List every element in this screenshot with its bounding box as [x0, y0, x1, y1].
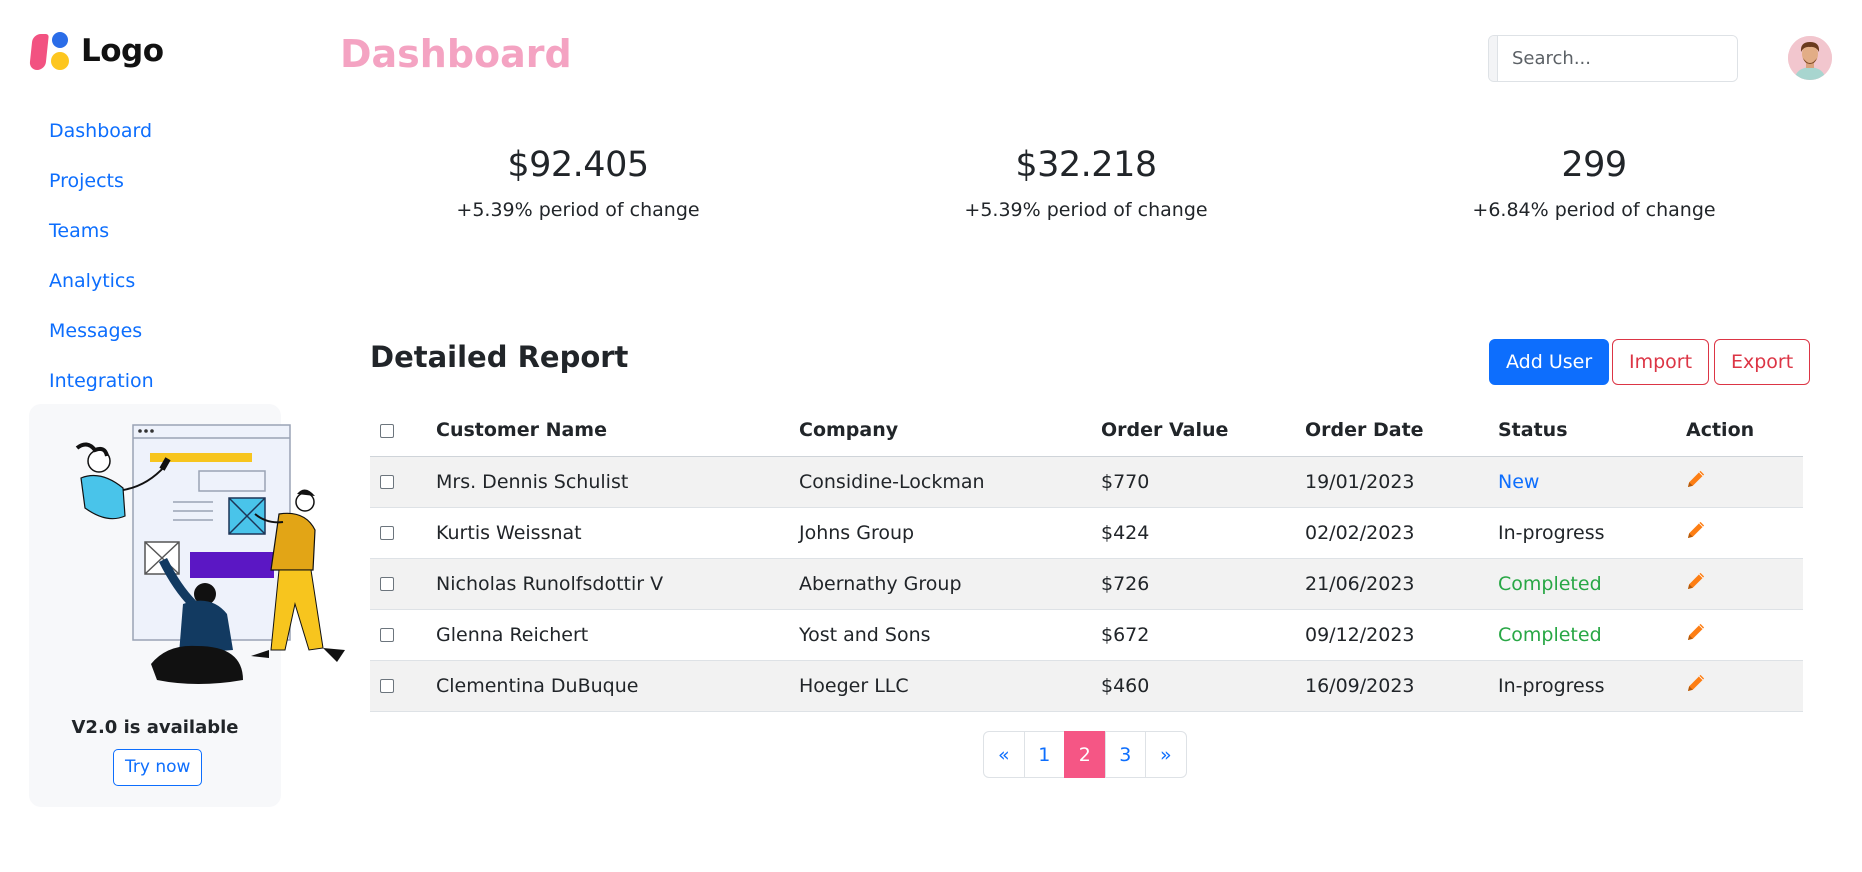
pagination-page-1[interactable]: 1	[1023, 731, 1065, 778]
column-header[interactable]: Order Value	[1101, 405, 1305, 457]
column-header[interactable]: Customer Name	[436, 405, 799, 457]
row-checkbox[interactable]	[380, 577, 394, 591]
export-button[interactable]: Export	[1714, 339, 1811, 385]
status-badge: New	[1498, 456, 1686, 508]
table-header-row: Customer Name Company Order Value Order …	[370, 405, 1803, 457]
upgrade-promo-card: V2.0 is available Try now	[29, 404, 345, 807]
order-value: $672	[1101, 609, 1305, 661]
column-header[interactable]: Order Date	[1305, 405, 1498, 457]
company: Abernathy Group	[799, 558, 1101, 610]
pagination-next[interactable]: »	[1145, 731, 1187, 778]
stat-change: +6.84% period of change	[1472, 199, 1716, 221]
pencil-icon[interactable]	[1686, 469, 1706, 494]
row-checkbox[interactable]	[380, 526, 394, 540]
pencil-icon[interactable]	[1686, 520, 1706, 545]
stat-change: +5.39% period of change	[456, 199, 700, 221]
status-badge: In-progress	[1498, 507, 1686, 559]
order-date: 19/01/2023	[1305, 456, 1498, 508]
table-row: Nicholas Runolfsdottir V Abernathy Group…	[370, 558, 1803, 610]
pagination-page-2[interactable]: 2	[1064, 731, 1106, 778]
logo-text: Logo	[81, 33, 164, 69]
sidebar-item-messages[interactable]: Messages	[49, 306, 154, 356]
stat-card: $32.218 +5.39% period of change	[926, 145, 1246, 221]
sidebar-item-teams[interactable]: Teams	[49, 206, 154, 256]
table-row: Glenna Reichert Yost and Sons $672 09/12…	[370, 609, 1803, 661]
search-box	[1488, 35, 1738, 82]
page-title: Dashboard	[340, 32, 572, 76]
row-checkbox[interactable]	[380, 628, 394, 642]
sidebar-item-dashboard[interactable]: Dashboard	[49, 106, 154, 156]
table-row: Mrs. Dennis Schulist Considine-Lockman $…	[370, 456, 1803, 508]
user-avatar-icon	[1788, 36, 1832, 80]
order-value: $770	[1101, 456, 1305, 508]
stat-value: $32.218	[1015, 145, 1157, 185]
table-row: Clementina DuBuque Hoeger LLC $460 16/09…	[370, 660, 1803, 712]
sidebar-item-integration[interactable]: Integration	[49, 356, 154, 406]
select-all-checkbox[interactable]	[380, 423, 394, 438]
company: Johns Group	[799, 507, 1101, 559]
company: Yost and Sons	[799, 609, 1101, 661]
pencil-icon[interactable]	[1686, 571, 1706, 596]
stat-card: 299 +6.84% period of change	[1434, 145, 1754, 221]
order-date: 09/12/2023	[1305, 609, 1498, 661]
stat-value: 299	[1561, 145, 1627, 185]
row-checkbox[interactable]	[380, 679, 394, 693]
try-now-button[interactable]: Try now	[113, 749, 203, 786]
import-button[interactable]: Import	[1612, 339, 1710, 385]
pagination-prev[interactable]: «	[983, 731, 1025, 778]
search-icon[interactable]	[1489, 36, 1498, 81]
stat-value: $92.405	[507, 145, 649, 185]
sidebar-nav: Dashboard Projects Teams Analytics Messa…	[49, 106, 154, 406]
avatar[interactable]	[1788, 36, 1832, 80]
order-value: $424	[1101, 507, 1305, 559]
table-row: Kurtis Weissnat Johns Group $424 02/02/2…	[370, 507, 1803, 559]
add-user-button[interactable]: Add User	[1489, 339, 1610, 385]
order-date: 16/09/2023	[1305, 660, 1498, 712]
report-table: Customer Name Company Order Value Order …	[370, 405, 1803, 712]
order-date: 21/06/2023	[1305, 558, 1498, 610]
pagination: « 1 2 3 »	[983, 731, 1187, 778]
report-title: Detailed Report	[370, 340, 629, 374]
team-illustration	[75, 424, 345, 684]
order-value: $726	[1101, 558, 1305, 610]
customer-name: Glenna Reichert	[436, 609, 799, 661]
column-header[interactable]: Status	[1498, 405, 1686, 457]
company: Hoeger LLC	[799, 660, 1101, 712]
customer-name: Mrs. Dennis Schulist	[436, 456, 799, 508]
status-badge: Completed	[1498, 609, 1686, 661]
sidebar-item-analytics[interactable]: Analytics	[49, 256, 154, 306]
column-header[interactable]: Company	[799, 405, 1101, 457]
row-checkbox[interactable]	[380, 475, 394, 489]
pagination-page-3[interactable]: 3	[1104, 731, 1146, 778]
column-header: Action	[1686, 405, 1803, 457]
pencil-icon[interactable]	[1686, 622, 1706, 647]
stat-change: +5.39% period of change	[964, 199, 1208, 221]
customer-name: Clementina DuBuque	[436, 660, 799, 712]
promo-title: V2.0 is available	[71, 717, 239, 738]
stat-card: $92.405 +5.39% period of change	[418, 145, 738, 221]
status-badge: In-progress	[1498, 660, 1686, 712]
customer-name: Kurtis Weissnat	[436, 507, 799, 559]
logo-icon	[29, 30, 71, 72]
sidebar-item-projects[interactable]: Projects	[49, 156, 154, 206]
brand-logo[interactable]: Logo	[29, 30, 164, 72]
status-badge: Completed	[1498, 558, 1686, 610]
order-date: 02/02/2023	[1305, 507, 1498, 559]
company: Considine-Lockman	[799, 456, 1101, 508]
pencil-icon[interactable]	[1686, 673, 1706, 698]
search-input[interactable]	[1498, 36, 1737, 81]
order-value: $460	[1101, 660, 1305, 712]
customer-name: Nicholas Runolfsdottir V	[436, 558, 799, 610]
